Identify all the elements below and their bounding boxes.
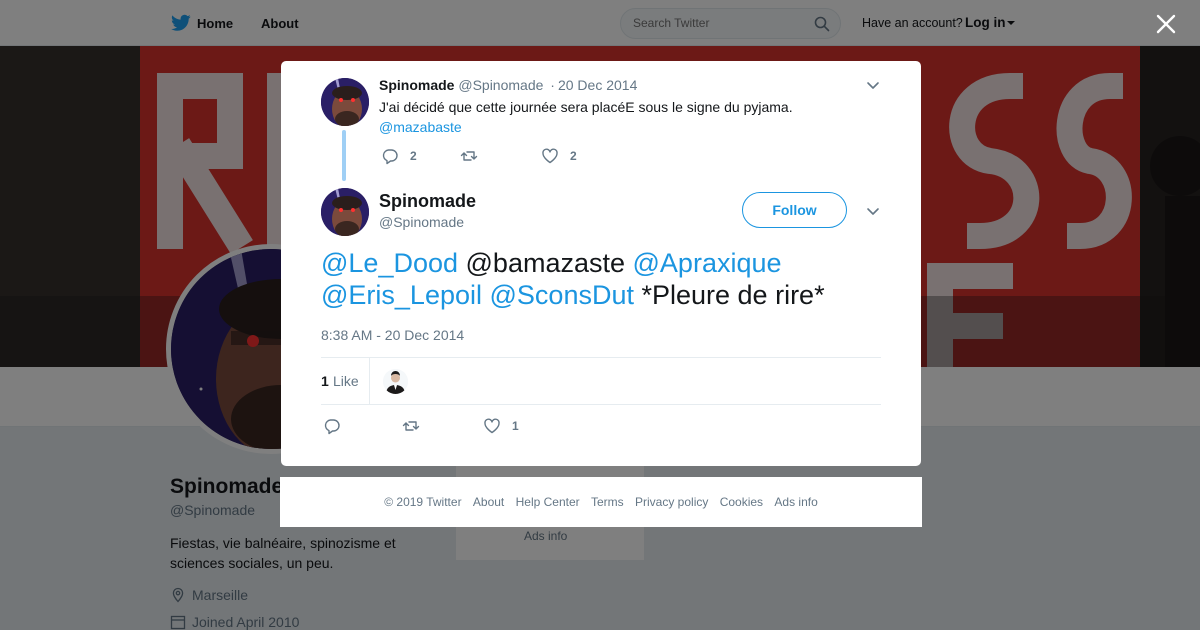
mention-link[interactable]: @mazabaste	[379, 119, 462, 135]
mention-link[interactable]: @Le_Dood	[321, 248, 458, 278]
thread-connector-line	[342, 130, 346, 181]
close-icon[interactable]	[1155, 13, 1177, 35]
main-tweet-author-handle[interactable]: @Spinomade	[379, 214, 464, 230]
main-tweet-timestamp[interactable]: 8:38 AM - 20 Dec 2014	[321, 327, 464, 343]
footer-link-terms[interactable]: Terms	[591, 495, 624, 509]
reply-tweet-text: J'ai décidé que cette journée sera placé…	[379, 97, 849, 137]
tweet-text-fragment	[482, 280, 490, 310]
retweet-button[interactable]	[402, 417, 431, 435]
footer-link-ads-info[interactable]: Ads info	[774, 495, 817, 509]
tweet-stats: 1 Like	[321, 357, 881, 405]
footer-link-about[interactable]: About	[473, 495, 504, 509]
reply-button[interactable]	[323, 417, 352, 435]
like-count: 1	[512, 419, 519, 433]
heart-icon	[484, 418, 500, 434]
reply-tweet-body: J'ai décidé que cette journée sera placé…	[379, 99, 793, 115]
mention-link[interactable]: @Apraxique	[633, 248, 782, 278]
heart-icon	[542, 148, 558, 164]
tweet-permalink-modal: Spinomade @Spinomade · 20 Dec 2014 J'ai d…	[281, 61, 921, 466]
modal-footer: © 2019 Twitter About Help Center Terms P…	[280, 477, 922, 527]
footer-copyright: © 2019 Twitter	[384, 495, 462, 509]
mention-link[interactable]: @SconsDut	[490, 280, 634, 310]
retweet-icon	[402, 421, 420, 431]
reply-tweet-author-handle[interactable]: @Spinomade	[458, 77, 543, 93]
reply-tweet-separator: ·	[550, 77, 555, 93]
likes-label[interactable]: Like	[333, 373, 359, 389]
footer-link-help-center[interactable]: Help Center	[516, 495, 580, 509]
reply-tweet-date[interactable]: 20 Dec 2014	[558, 77, 637, 93]
footer-links: © 2019 Twitter About Help Center Terms P…	[280, 495, 922, 509]
main-tweet-avatar[interactable]	[321, 188, 369, 236]
tweet-text-fragment: *Pleure de rire*	[633, 280, 825, 310]
reply-count: 2	[410, 149, 417, 163]
reply-button[interactable]: 2	[381, 147, 417, 165]
retweet-icon	[460, 151, 478, 161]
retweet-button[interactable]	[460, 147, 489, 165]
footer-link-cookies[interactable]: Cookies	[720, 495, 763, 509]
main-tweet-author-name[interactable]: Spinomade	[379, 191, 476, 212]
reply-icon	[324, 419, 340, 435]
like-button[interactable]: 1	[483, 417, 519, 435]
reply-tweet-avatar[interactable]	[321, 78, 369, 126]
chevron-down-icon[interactable]	[864, 202, 882, 220]
like-button[interactable]: 2	[541, 147, 577, 165]
reply-tweet-header: Spinomade @Spinomade · 20 Dec 2014	[379, 77, 637, 93]
chevron-down-icon[interactable]	[864, 76, 882, 94]
mention-link[interactable]: @Eris_Lepoil	[321, 280, 482, 310]
liker-avatar[interactable]	[383, 369, 408, 394]
like-count: 2	[570, 149, 577, 163]
reply-tweet-author-name[interactable]: Spinomade	[379, 77, 454, 93]
stats-divider	[369, 358, 370, 405]
footer-link-privacy-policy[interactable]: Privacy policy	[635, 495, 708, 509]
tweet-text-fragment: @bamazaste	[458, 248, 633, 278]
reply-icon	[382, 149, 398, 165]
main-tweet-text: @Le_Dood @bamazaste @Apraxique @Eris_Lep…	[321, 247, 881, 311]
likes-count[interactable]: 1	[321, 373, 329, 389]
follow-button[interactable]: Follow	[742, 192, 847, 228]
